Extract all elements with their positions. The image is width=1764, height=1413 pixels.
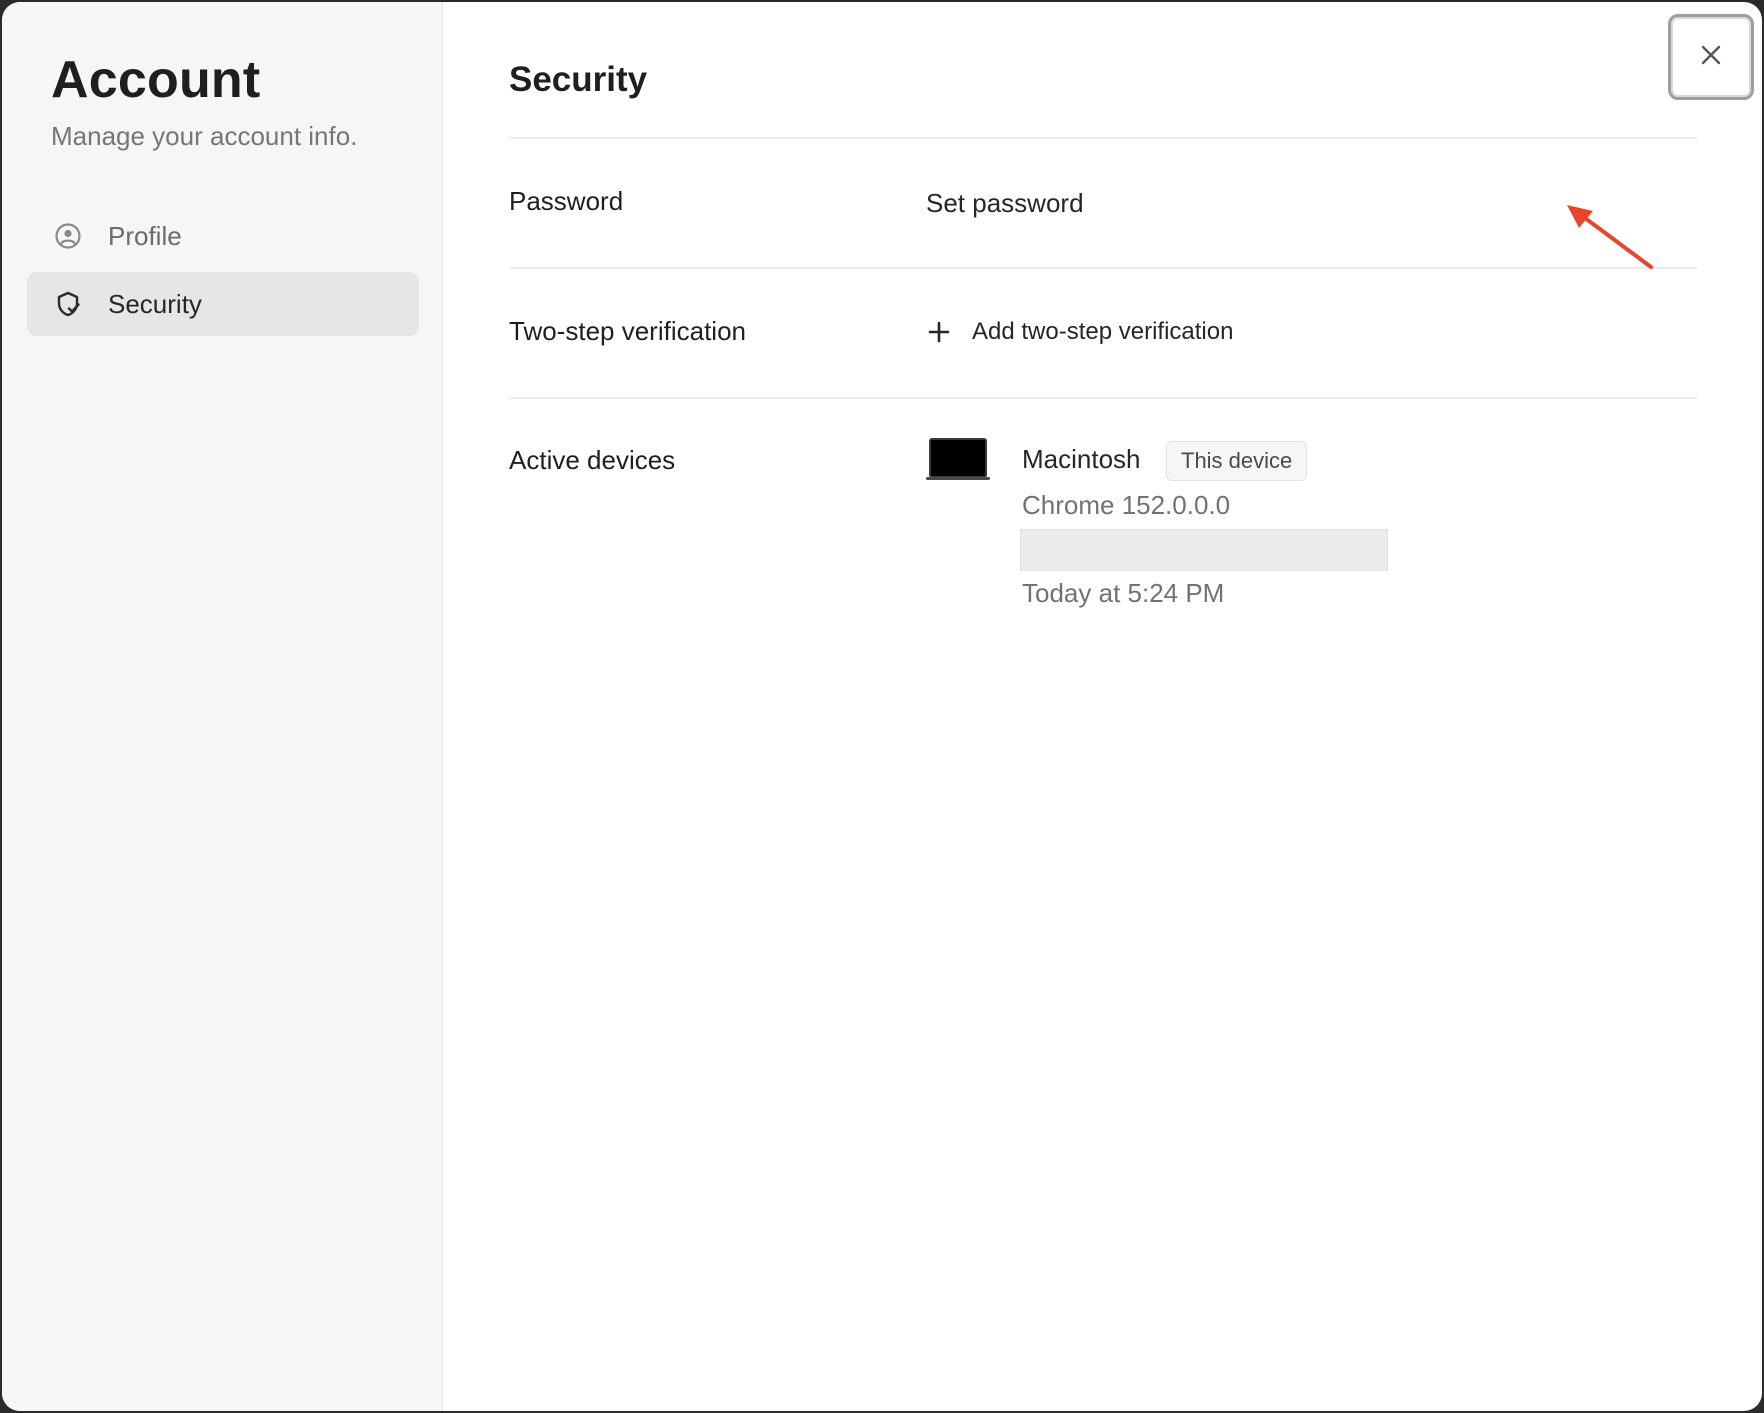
redacted-field [1020, 529, 1388, 571]
sidebar-item-label: Profile [108, 221, 182, 251]
sidebar-item-security[interactable]: Security [27, 272, 419, 336]
active-devices-label: Active devices [509, 445, 676, 475]
sidebar: Account Manage your account info. Profil… [2, 2, 443, 1411]
page-title: Security [509, 60, 648, 99]
main-panel: Security Password Set password Two-step … [443, 2, 1762, 1411]
this-device-badge: This device [1166, 441, 1308, 481]
device-browser: Chrome 152.0.0.0 [1022, 490, 1231, 520]
shield-check-icon [52, 288, 84, 320]
divider [509, 397, 1697, 399]
add-two-step-label: Add two-step verification [972, 318, 1234, 345]
sidebar-title: Account [51, 51, 261, 109]
close-button[interactable] [1668, 14, 1754, 100]
sidebar-item-label: Security [108, 289, 202, 319]
close-icon [1700, 44, 1722, 71]
laptop-icon [926, 438, 990, 487]
sidebar-subtitle: Manage your account info. [51, 121, 358, 151]
user-circle-icon [52, 220, 84, 252]
annotation-arrow-icon [1567, 205, 1653, 269]
set-password-button[interactable]: Set password [926, 188, 1084, 219]
add-two-step-button[interactable]: Add two-step verification [926, 318, 1233, 346]
device-name: Macintosh [1022, 444, 1141, 474]
two-step-label: Two-step verification [509, 316, 746, 346]
divider [509, 267, 1697, 269]
password-label: Password [509, 186, 624, 216]
account-modal: Account Manage your account info. Profil… [2, 2, 1762, 1411]
divider [509, 137, 1697, 139]
sidebar-item-profile[interactable]: Profile [27, 204, 419, 268]
device-last-active: Today at 5:24 PM [1022, 578, 1225, 608]
plus-icon [926, 319, 952, 345]
